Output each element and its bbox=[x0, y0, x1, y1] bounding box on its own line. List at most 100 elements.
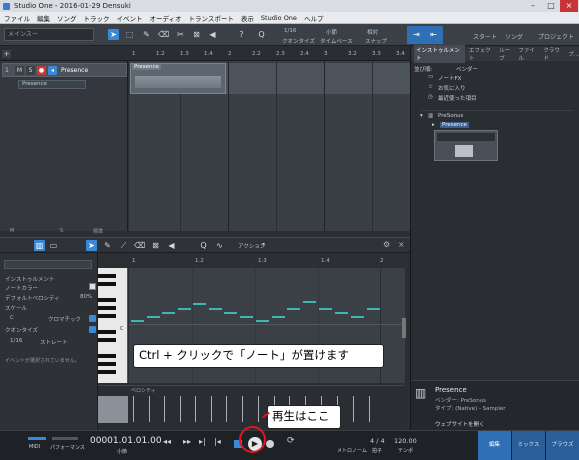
velocity-lane[interactable]: ベロシティ bbox=[98, 385, 405, 430]
midi-note[interactable] bbox=[319, 308, 332, 310]
black-key[interactable] bbox=[98, 362, 116, 366]
midi-note[interactable] bbox=[367, 308, 380, 310]
close-icon[interactable]: × bbox=[398, 240, 405, 249]
q-mode-select[interactable]: ストレート bbox=[40, 338, 68, 346]
minimize-button[interactable]: – bbox=[524, 0, 542, 12]
record-button[interactable] bbox=[266, 440, 274, 448]
menu-help[interactable]: ヘルプ bbox=[304, 13, 324, 23]
instrument-selector[interactable] bbox=[4, 260, 92, 269]
velocity-bar[interactable] bbox=[164, 396, 165, 422]
paint-tool-icon[interactable]: ⟋ bbox=[118, 240, 129, 251]
quantize-icon[interactable]: Q bbox=[256, 29, 267, 40]
tab-edit[interactable]: 編集 bbox=[478, 431, 511, 460]
track-instrument-slot[interactable]: Presence bbox=[18, 80, 86, 89]
midi-note[interactable] bbox=[224, 312, 237, 314]
midi-note[interactable] bbox=[131, 320, 144, 322]
open-website-link[interactable]: ウェブサイトを開く bbox=[435, 420, 485, 428]
eraser-tool-icon[interactable]: ⌫ bbox=[158, 29, 169, 40]
mute-button[interactable]: M bbox=[15, 66, 24, 75]
arrow-tool-icon[interactable]: ➤ bbox=[108, 29, 119, 40]
arrange-ruler[interactable]: + 1 1.2 1.3 1.4 2 2.2 2.3 2.4 3 3.2 3.3 … bbox=[0, 47, 410, 61]
velocity-bar[interactable] bbox=[133, 396, 134, 422]
velocity-bar[interactable] bbox=[149, 396, 150, 422]
menu-studio-one[interactable]: Studio One bbox=[261, 14, 297, 22]
event-clip[interactable]: Presence bbox=[130, 63, 226, 94]
velocity-bar[interactable] bbox=[226, 396, 227, 422]
maximize-button[interactable]: □ bbox=[542, 0, 560, 12]
expand-icon[interactable]: ⇥ bbox=[411, 29, 422, 40]
velocity-bar[interactable] bbox=[353, 396, 354, 422]
timebase-value[interactable]: 小節 bbox=[326, 28, 337, 36]
mute-tool-icon[interactable]: ⊠ bbox=[191, 29, 202, 40]
expand-icon[interactable]: ▾ bbox=[420, 113, 423, 119]
solo-button[interactable]: S bbox=[26, 66, 35, 75]
gear-icon[interactable]: ⚙ bbox=[383, 240, 390, 249]
mute-tool-icon[interactable]: ⊠ bbox=[150, 240, 161, 251]
quantize-icon[interactable]: Q bbox=[198, 240, 209, 251]
black-key[interactable] bbox=[98, 314, 116, 318]
scale-select[interactable]: クロマチック bbox=[48, 315, 81, 323]
chevron-right-icon[interactable]: ▸ bbox=[432, 122, 435, 128]
pencil-tool-icon[interactable]: ✎ bbox=[141, 29, 152, 40]
pencil-tool-icon[interactable]: ✎ bbox=[102, 240, 113, 251]
editor-ruler[interactable]: 1 1.2 1.3 1.4 2 bbox=[130, 255, 408, 268]
arrow-tool-icon[interactable]: ➤ bbox=[86, 240, 97, 251]
song-page-link[interactable]: ソング bbox=[505, 32, 523, 41]
editor-view-icon[interactable]: ▥ bbox=[34, 240, 45, 251]
collapse-icon[interactable]: ⇤ bbox=[428, 29, 439, 40]
close-button[interactable]: × bbox=[560, 0, 578, 12]
tempo-value[interactable]: 120.00 bbox=[394, 437, 417, 445]
speaker-icon[interactable]: ◀ bbox=[166, 240, 177, 251]
menu-song[interactable]: ソング bbox=[57, 13, 77, 23]
snap-value[interactable]: 相対 bbox=[367, 28, 378, 36]
chevron-down-icon[interactable]: ▾ bbox=[262, 241, 265, 248]
velocity-lane-label[interactable]: ベロシティ bbox=[131, 387, 156, 394]
menu-transport[interactable]: トランスポート bbox=[189, 13, 234, 23]
track-name[interactable]: Presence bbox=[61, 67, 88, 74]
record-arm-button[interactable]: ● bbox=[37, 66, 46, 75]
velocity-bar[interactable] bbox=[369, 396, 370, 422]
loop-icon[interactable]: ⟳ bbox=[287, 436, 295, 446]
wave-icon[interactable]: ∿ bbox=[214, 240, 225, 251]
tab-files[interactable]: ファイル bbox=[518, 46, 539, 62]
black-key[interactable] bbox=[98, 338, 116, 342]
note-color-checkbox[interactable] bbox=[89, 283, 96, 290]
black-key[interactable] bbox=[98, 370, 116, 374]
tab-loops[interactable]: ループ bbox=[499, 46, 514, 62]
project-page-link[interactable]: プロジェクト bbox=[538, 32, 574, 41]
midi-note[interactable] bbox=[193, 303, 206, 305]
meter-value[interactable]: 4 / 4 bbox=[370, 437, 385, 445]
velocity-bar[interactable] bbox=[195, 396, 196, 422]
browser-item-recent[interactable]: 最近使った項目 bbox=[438, 94, 477, 102]
tab-browse[interactable]: ブラウズ bbox=[546, 431, 579, 460]
tab-mix[interactable]: ミックス bbox=[512, 431, 545, 460]
black-key[interactable] bbox=[98, 298, 116, 302]
instrument-presence[interactable]: Presence bbox=[440, 122, 469, 128]
midi-note[interactable] bbox=[287, 308, 300, 310]
tab-more[interactable]: プ... bbox=[568, 50, 579, 58]
velocity-bar[interactable] bbox=[180, 396, 181, 422]
midi-note[interactable] bbox=[209, 308, 222, 310]
split-tool-icon[interactable]: ✂ bbox=[175, 29, 186, 40]
velocity-bar[interactable] bbox=[211, 396, 212, 422]
vertical-scrollbar[interactable] bbox=[402, 318, 406, 338]
velocity-bar[interactable] bbox=[258, 396, 259, 422]
midi-note[interactable] bbox=[272, 316, 285, 318]
velocity-bar[interactable] bbox=[242, 396, 243, 422]
midi-note[interactable] bbox=[256, 320, 269, 322]
browser-item-favorites[interactable]: お気に入り bbox=[438, 84, 466, 92]
black-key[interactable] bbox=[98, 354, 116, 358]
midi-note[interactable] bbox=[351, 316, 364, 318]
listen-tool-icon[interactable]: ◀ bbox=[207, 29, 218, 40]
keyboard-icon[interactable]: ▭ bbox=[48, 240, 59, 251]
rewind-icon[interactable]: ◂◂ bbox=[163, 437, 171, 446]
black-key[interactable] bbox=[98, 330, 116, 334]
q-value-select[interactable]: 1/16 bbox=[10, 338, 22, 344]
song-dropdown[interactable]: メインスー bbox=[4, 28, 94, 41]
range-tool-icon[interactable]: ⬚ bbox=[124, 29, 135, 40]
midi-note[interactable] bbox=[147, 316, 160, 318]
root-note-select[interactable]: C bbox=[10, 315, 14, 321]
midi-note[interactable] bbox=[178, 308, 191, 310]
black-key[interactable] bbox=[98, 282, 116, 286]
scale-toggle[interactable] bbox=[89, 315, 96, 322]
